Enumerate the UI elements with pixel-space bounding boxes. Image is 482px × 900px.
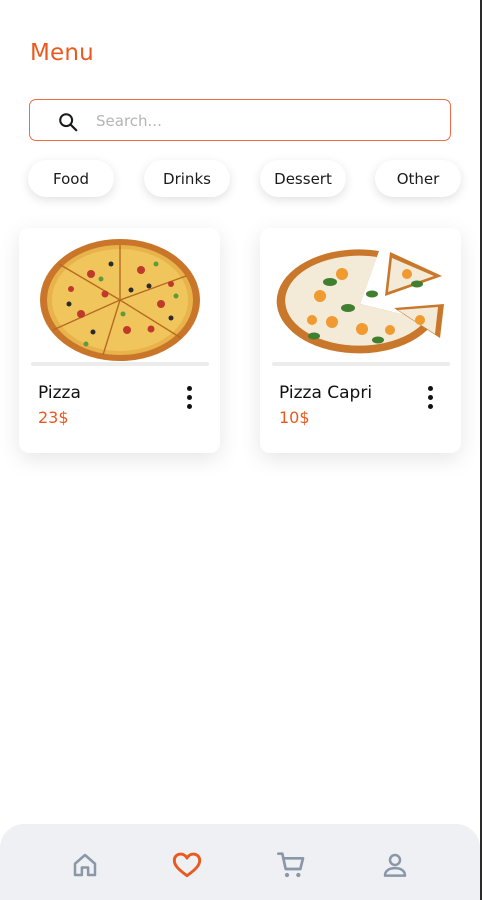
nav-favorites-button[interactable] (170, 848, 204, 882)
pizza-capri-photo (272, 234, 450, 364)
home-icon (73, 853, 97, 877)
category-chips: Food Drinks Dessert Other (0, 160, 482, 200)
category-chip-label: Other (396, 169, 440, 188)
nav-home-button[interactable] (68, 848, 102, 882)
cart-icon (277, 852, 305, 878)
heart-icon (172, 852, 202, 878)
product-name: Pizza (38, 383, 81, 403)
search-input[interactable] (96, 108, 426, 134)
category-chip-drinks[interactable]: Drinks (144, 160, 230, 197)
category-chip-dessert[interactable]: Dessert (260, 160, 346, 197)
pizza-photo (31, 234, 209, 364)
nav-profile-button[interactable] (378, 848, 412, 882)
more-options-icon[interactable] (423, 386, 437, 412)
product-card-pizza[interactable]: Pizza 23$ (19, 228, 220, 453)
category-chip-label: Dessert (274, 169, 332, 188)
search-bar[interactable] (29, 99, 451, 141)
product-card-pizza-capri[interactable]: Pizza Capri 10$ (260, 228, 461, 453)
category-chip-food[interactable]: Food (28, 160, 114, 197)
card-divider (272, 362, 450, 366)
profile-icon (383, 853, 407, 877)
search-icon (59, 113, 78, 132)
card-divider (31, 362, 209, 366)
product-price: 23$ (38, 408, 69, 427)
bottom-navigation (0, 824, 480, 900)
more-options-icon[interactable] (182, 386, 196, 412)
product-price: 10$ (279, 408, 310, 427)
category-chip-other[interactable]: Other (375, 160, 461, 197)
nav-cart-button[interactable] (274, 848, 308, 882)
category-chip-label: Food (53, 169, 89, 188)
product-name: Pizza Capri (279, 383, 373, 403)
category-chip-label: Drinks (163, 169, 211, 188)
page-title: Menu (30, 40, 94, 66)
